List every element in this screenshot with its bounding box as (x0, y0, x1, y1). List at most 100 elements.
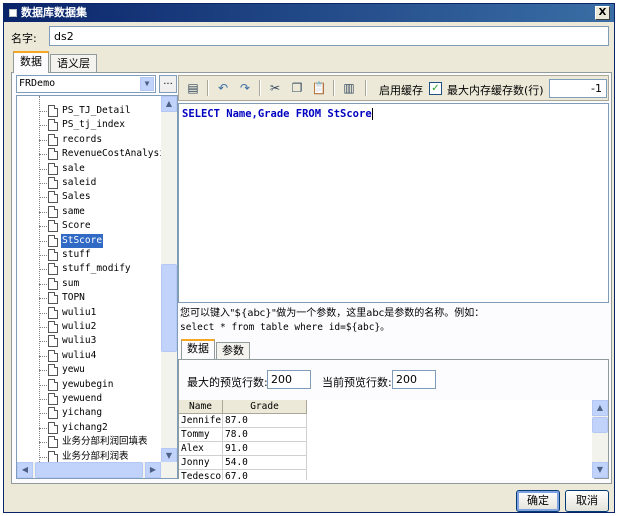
connection-select[interactable]: FRDemo ▼ (16, 75, 156, 93)
tree-connector (39, 370, 47, 372)
table-icon (48, 263, 58, 276)
tree-item-label: yewubegin (62, 378, 114, 390)
undo-icon[interactable]: ↶ (213, 79, 233, 97)
tree-item-label: RevenueCostAnalysis (62, 148, 163, 160)
grid-cell[interactable]: 78.0 (223, 428, 307, 442)
cancel-button[interactable]: 取消 (565, 490, 609, 512)
table-icon (48, 205, 58, 218)
tab-preview-params[interactable]: 参数 (216, 342, 250, 359)
cache-label: 启用缓存 (379, 84, 423, 97)
tree-connector (39, 168, 47, 170)
max-cache-rows-input[interactable]: -1 (549, 79, 607, 98)
cache-checkbox[interactable]: ✓ (429, 82, 442, 95)
cut-icon[interactable]: ✂ (265, 79, 285, 97)
grid-cell[interactable]: Tedesco (179, 470, 223, 480)
name-input[interactable] (49, 26, 609, 46)
tree-connector (39, 240, 47, 242)
tree-connector (39, 269, 47, 271)
tree-vertical-scrollbar[interactable]: ▲ ▼ (161, 96, 177, 464)
browse-connection-button[interactable]: ... (159, 75, 177, 93)
tree-item-label: same (62, 205, 85, 217)
table-icon (48, 191, 58, 204)
tree-item-label: yewu (62, 364, 85, 376)
grid-column-header[interactable]: Name (179, 400, 223, 414)
tree-item-label: stuff_modify (62, 263, 131, 275)
tree-connector (39, 139, 47, 141)
tab-semantic-layer[interactable]: 语义层 (50, 54, 97, 73)
current-preview-label: 当前预览行数: (322, 376, 392, 389)
tree-item-label: 业务分部利润回填表 (62, 436, 148, 448)
table-icon (48, 349, 58, 362)
preview-panel: 最大的预览行数: 200 当前预览行数: 200 Name Grade Jennif… (178, 359, 609, 480)
tree-item-label: records (62, 133, 103, 145)
grid-cell[interactable]: Jennifer (179, 414, 223, 428)
tree-hscroll-thumb[interactable] (35, 462, 143, 478)
table-icon (48, 436, 58, 449)
tree-item-label: stuff (62, 249, 91, 260)
grid-cell[interactable]: 91.0 (223, 442, 307, 456)
toolbar-separator (259, 80, 261, 96)
tab-data[interactable]: 数据 (13, 51, 49, 73)
grid-cell[interactable]: Jonny (179, 456, 223, 470)
grid-cell[interactable]: 67.0 (223, 470, 307, 480)
table-icon (48, 378, 58, 391)
tree-line (39, 96, 40, 464)
grid-scroll-thumb[interactable] (592, 417, 608, 433)
table-icon (48, 321, 58, 333)
grid-cell[interactable]: 54.0 (223, 456, 307, 470)
connection-value: FRDemo (19, 78, 56, 89)
close-button[interactable]: X (595, 6, 610, 20)
chevron-down-icon[interactable]: ▼ (140, 77, 154, 91)
table-icon (48, 277, 58, 290)
database-dataset-dialog: 数据库数据集 X 名字: 数据 语义层 FRDemo ▼ ... PS_TJ_D… (3, 3, 615, 513)
table-tree: PS_TJ_Detail PS_tj_index records RevenueCos… (16, 95, 178, 479)
tree-item-label: PS_TJ_Detail (62, 105, 131, 116)
tree-connector (39, 111, 47, 112)
sql-text: SELECT Name,Grade FROM StScore (182, 108, 372, 120)
paste-icon[interactable]: 📋 (309, 79, 329, 97)
max-preview-input[interactable]: 200 (267, 370, 311, 389)
grid-cell[interactable]: Tommy (179, 428, 223, 442)
redo-icon[interactable]: ↷ (235, 79, 255, 97)
grid-vertical-scrollbar[interactable]: ▲ ▼ (592, 400, 608, 478)
tree-item-label: wuliu2 (62, 321, 97, 332)
table-browser: FRDemo ▼ ... PS_TJ_Detail PS_tj_index reco… (16, 75, 178, 479)
current-preview-value: 200 (392, 370, 436, 389)
parameter-hint: 您可以键入"${abc}"做为一个参数，这里abc是参数的名称。例如： sele… (180, 307, 484, 335)
max-preview-label: 最大的预览行数: (187, 376, 268, 389)
table-icon (48, 105, 58, 117)
max-cache-rows-label: 最大内存缓存数(行) (447, 84, 544, 97)
tree-connector (39, 442, 47, 444)
title-bar[interactable]: 数据库数据集 X (4, 4, 614, 22)
tree-horizontal-scrollbar[interactable]: ◀ ▶ (17, 462, 177, 478)
grid-column-header[interactable]: Grade (223, 400, 307, 414)
toolbar-separator (333, 80, 335, 96)
copy-icon[interactable]: ❐ (287, 79, 307, 97)
tree-connector (39, 226, 47, 228)
scroll-up-icon[interactable]: ▲ (592, 400, 608, 416)
tree-item-label: yichang2 (62, 421, 108, 433)
scroll-left-icon[interactable]: ◀ (17, 462, 33, 478)
grid-cell[interactable]: Alex (179, 442, 223, 456)
scroll-up-icon[interactable]: ▲ (161, 96, 177, 112)
hint-line-1: 您可以键入"${abc}"做为一个参数，这里abc是参数的名称。例如： (180, 308, 485, 319)
table-icon (48, 249, 58, 261)
sql-textarea[interactable]: SELECT Name,Grade FROM StScore (178, 103, 609, 303)
preview-icon[interactable]: ▤ (183, 79, 203, 97)
table-icon (48, 133, 58, 146)
tree-item-label: Sales (62, 191, 91, 203)
columns-icon[interactable]: ▥ (339, 79, 359, 97)
grid-cell[interactable]: 87.0 (223, 414, 307, 428)
tree-item-label: saleid (62, 177, 97, 188)
table-icon (48, 162, 58, 175)
ok-button[interactable]: 确定 (516, 490, 560, 512)
tree-item-label: yichang (62, 407, 103, 419)
tab-preview-data[interactable]: 数据 (181, 339, 215, 359)
tree-connector (39, 125, 47, 127)
tree-scroll-thumb[interactable] (161, 264, 177, 352)
scroll-down-icon[interactable]: ▼ (592, 462, 608, 478)
tree-connector (39, 384, 47, 386)
scroll-right-icon[interactable]: ▶ (145, 462, 161, 478)
tree-item-label: Score (62, 220, 91, 232)
tree-item-label: wuliu1 (62, 306, 97, 318)
